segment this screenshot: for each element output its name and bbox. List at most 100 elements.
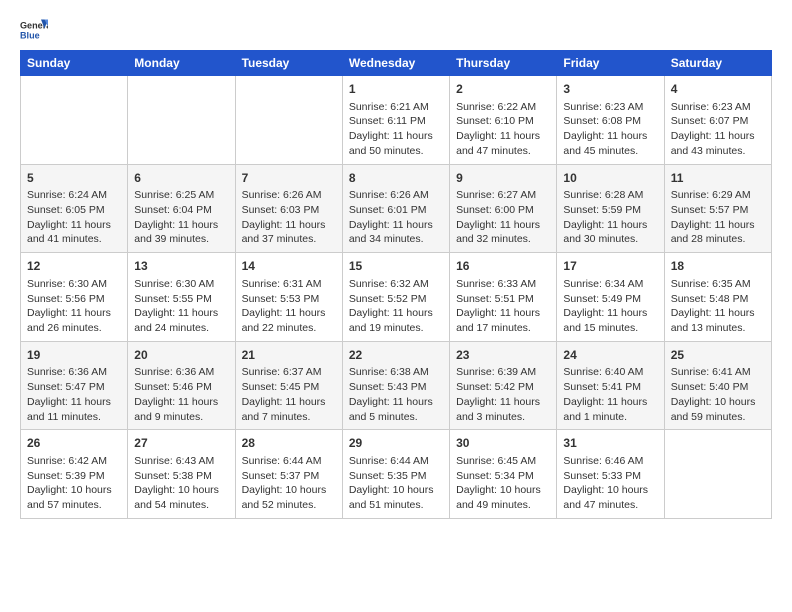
cell-info: Sunrise: 6:40 AM Sunset: 5:41 PM Dayligh… (563, 365, 657, 424)
calendar-cell: 31Sunrise: 6:46 AM Sunset: 5:33 PM Dayli… (557, 430, 664, 519)
cell-date-number: 29 (349, 435, 443, 452)
cell-info: Sunrise: 6:35 AM Sunset: 5:48 PM Dayligh… (671, 277, 765, 336)
calendar-cell: 16 Sunrise: 6:33 AM Sunset: 5:51 PM Dayli… (450, 253, 557, 342)
cell-info: Sunrise: 6:22 AM Sunset: 6:10 PM Dayligh… (456, 100, 550, 159)
cell-date-number: 18 (671, 258, 765, 275)
calendar-cell (664, 430, 771, 519)
cell-info: Sunrise: 6:43 AM Sunset: 5:38 PM Dayligh… (134, 454, 228, 513)
calendar-cell: 17 Sunrise: 6:34 AM Sunset: 5:49 PM Dayli… (557, 253, 664, 342)
calendar-cell: 2 Sunrise: 6:22 AM Sunset: 6:10 PM Daylig… (450, 76, 557, 165)
cell-info: Sunrise: 6:33 AM Sunset: 5:51 PM Dayligh… (456, 277, 550, 336)
page-container: General Blue SundayMondayTuesdayWednesda… (0, 0, 792, 529)
calendar-cell: 25Sunrise: 6:41 AM Sunset: 5:40 PM Dayli… (664, 341, 771, 430)
cell-date-number: 7 (242, 170, 336, 187)
cell-date-number: 11 (671, 170, 765, 187)
cell-info: Sunrise: 6:29 AM Sunset: 5:57 PM Dayligh… (671, 188, 765, 247)
calendar-cell: 1 Sunrise: 6:21 AM Sunset: 6:11 PM Daylig… (342, 76, 449, 165)
cell-info: Sunrise: 6:46 AM Sunset: 5:33 PM Dayligh… (563, 454, 657, 513)
cell-info: Sunrise: 6:42 AM Sunset: 5:39 PM Dayligh… (27, 454, 121, 513)
weekday-header-friday: Friday (557, 51, 664, 76)
calendar-cell: 29 Sunrise: 6:44 AM Sunset: 5:35 PM Dayli… (342, 430, 449, 519)
cell-date-number: 27 (134, 435, 228, 452)
weekday-header-thursday: Thursday (450, 51, 557, 76)
calendar-week-3: 12Sunrise: 6:30 AM Sunset: 5:56 PM Dayli… (21, 253, 772, 342)
weekday-header-tuesday: Tuesday (235, 51, 342, 76)
cell-date-number: 3 (563, 81, 657, 98)
calendar-cell: 13Sunrise: 6:30 AM Sunset: 5:55 PM Dayli… (128, 253, 235, 342)
calendar-cell: 20Sunrise: 6:36 AM Sunset: 5:46 PM Dayli… (128, 341, 235, 430)
cell-info: Sunrise: 6:28 AM Sunset: 5:59 PM Dayligh… (563, 188, 657, 247)
cell-info: Sunrise: 6:23 AM Sunset: 6:07 PM Dayligh… (671, 100, 765, 159)
weekday-header-row: SundayMondayTuesdayWednesdayThursdayFrid… (21, 51, 772, 76)
calendar-cell: 7Sunrise: 6:26 AM Sunset: 6:03 PM Daylig… (235, 164, 342, 253)
cell-info: Sunrise: 6:45 AM Sunset: 5:34 PM Dayligh… (456, 454, 550, 513)
calendar-cell: 12Sunrise: 6:30 AM Sunset: 5:56 PM Dayli… (21, 253, 128, 342)
calendar-cell: 27 Sunrise: 6:43 AM Sunset: 5:38 PM Dayli… (128, 430, 235, 519)
cell-date-number: 17 (563, 258, 657, 275)
header: General Blue (20, 16, 772, 44)
cell-info: Sunrise: 6:44 AM Sunset: 5:35 PM Dayligh… (349, 454, 443, 513)
cell-date-number: 6 (134, 170, 228, 187)
weekday-header-sunday: Sunday (21, 51, 128, 76)
cell-info: Sunrise: 6:21 AM Sunset: 6:11 PM Dayligh… (349, 100, 443, 159)
cell-date-number: 13 (134, 258, 228, 275)
cell-date-number: 15 (349, 258, 443, 275)
cell-date-number: 20 (134, 347, 228, 364)
cell-info: Sunrise: 6:31 AM Sunset: 5:53 PM Dayligh… (242, 277, 336, 336)
cell-info: Sunrise: 6:26 AM Sunset: 6:03 PM Dayligh… (242, 188, 336, 247)
cell-date-number: 23 (456, 347, 550, 364)
calendar-cell: 22Sunrise: 6:38 AM Sunset: 5:43 PM Dayli… (342, 341, 449, 430)
cell-info: Sunrise: 6:25 AM Sunset: 6:04 PM Dayligh… (134, 188, 228, 247)
cell-info: Sunrise: 6:34 AM Sunset: 5:49 PM Dayligh… (563, 277, 657, 336)
cell-info: Sunrise: 6:37 AM Sunset: 5:45 PM Dayligh… (242, 365, 336, 424)
calendar-cell: 26Sunrise: 6:42 AM Sunset: 5:39 PM Dayli… (21, 430, 128, 519)
cell-date-number: 5 (27, 170, 121, 187)
weekday-header-saturday: Saturday (664, 51, 771, 76)
cell-date-number: 4 (671, 81, 765, 98)
cell-date-number: 25 (671, 347, 765, 364)
cell-info: Sunrise: 6:23 AM Sunset: 6:08 PM Dayligh… (563, 100, 657, 159)
calendar-week-2: 5Sunrise: 6:24 AM Sunset: 6:05 PM Daylig… (21, 164, 772, 253)
cell-date-number: 8 (349, 170, 443, 187)
cell-info: Sunrise: 6:36 AM Sunset: 5:47 PM Dayligh… (27, 365, 121, 424)
cell-date-number: 21 (242, 347, 336, 364)
cell-date-number: 30 (456, 435, 550, 452)
cell-date-number: 24 (563, 347, 657, 364)
cell-date-number: 14 (242, 258, 336, 275)
cell-date-number: 28 (242, 435, 336, 452)
calendar-cell: 21Sunrise: 6:37 AM Sunset: 5:45 PM Dayli… (235, 341, 342, 430)
calendar-cell: 23Sunrise: 6:39 AM Sunset: 5:42 PM Dayli… (450, 341, 557, 430)
cell-date-number: 9 (456, 170, 550, 187)
cell-info: Sunrise: 6:39 AM Sunset: 5:42 PM Dayligh… (456, 365, 550, 424)
calendar-table: SundayMondayTuesdayWednesdayThursdayFrid… (20, 50, 772, 519)
cell-info: Sunrise: 6:32 AM Sunset: 5:52 PM Dayligh… (349, 277, 443, 336)
calendar-cell: 28Sunrise: 6:44 AM Sunset: 5:37 PM Dayli… (235, 430, 342, 519)
calendar-cell: 14 Sunrise: 6:31 AM Sunset: 5:53 PM Dayli… (235, 253, 342, 342)
cell-info: Sunrise: 6:24 AM Sunset: 6:05 PM Dayligh… (27, 188, 121, 247)
cell-date-number: 16 (456, 258, 550, 275)
calendar-cell: 15 Sunrise: 6:32 AM Sunset: 5:52 PM Dayli… (342, 253, 449, 342)
calendar-cell (21, 76, 128, 165)
cell-info: Sunrise: 6:41 AM Sunset: 5:40 PM Dayligh… (671, 365, 765, 424)
calendar-week-5: 26Sunrise: 6:42 AM Sunset: 5:39 PM Dayli… (21, 430, 772, 519)
calendar-cell (128, 76, 235, 165)
calendar-cell: 9Sunrise: 6:27 AM Sunset: 6:00 PM Daylig… (450, 164, 557, 253)
calendar-cell: 10Sunrise: 6:28 AM Sunset: 5:59 PM Dayli… (557, 164, 664, 253)
calendar-cell: 3 Sunrise: 6:23 AM Sunset: 6:08 PM Daylig… (557, 76, 664, 165)
cell-info: Sunrise: 6:38 AM Sunset: 5:43 PM Dayligh… (349, 365, 443, 424)
calendar-cell: 30 Sunrise: 6:45 AM Sunset: 5:34 PM Dayli… (450, 430, 557, 519)
calendar-cell: 6Sunrise: 6:25 AM Sunset: 6:04 PM Daylig… (128, 164, 235, 253)
cell-date-number: 22 (349, 347, 443, 364)
cell-info: Sunrise: 6:30 AM Sunset: 5:56 PM Dayligh… (27, 277, 121, 336)
cell-date-number: 2 (456, 81, 550, 98)
calendar-cell: 18 Sunrise: 6:35 AM Sunset: 5:48 PM Dayli… (664, 253, 771, 342)
calendar-cell: 8Sunrise: 6:26 AM Sunset: 6:01 PM Daylig… (342, 164, 449, 253)
calendar-cell (235, 76, 342, 165)
weekday-header-wednesday: Wednesday (342, 51, 449, 76)
calendar-cell: 4 Sunrise: 6:23 AM Sunset: 6:07 PM Daylig… (664, 76, 771, 165)
svg-text:Blue: Blue (20, 30, 40, 40)
cell-date-number: 1 (349, 81, 443, 98)
calendar-week-1: 1 Sunrise: 6:21 AM Sunset: 6:11 PM Daylig… (21, 76, 772, 165)
logo-icon: General Blue (20, 16, 48, 44)
cell-info: Sunrise: 6:27 AM Sunset: 6:00 PM Dayligh… (456, 188, 550, 247)
